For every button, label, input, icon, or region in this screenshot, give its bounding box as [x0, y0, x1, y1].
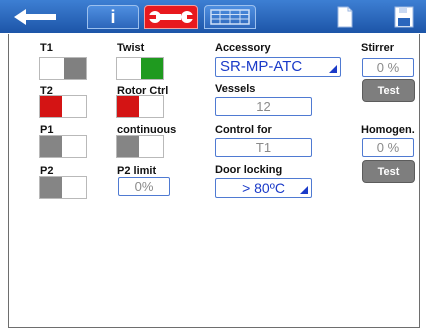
- stirrer-field[interactable]: 0 %: [362, 58, 414, 77]
- toggle-handle: [117, 96, 139, 117]
- toggle-handle: [117, 136, 139, 157]
- toggle-handle: [40, 177, 62, 198]
- grid-icon: [210, 9, 250, 25]
- homogen-test-button[interactable]: Test: [362, 160, 415, 183]
- toggle-handle: [64, 58, 86, 79]
- twist-toggle[interactable]: [116, 57, 164, 80]
- toggle-handle: [40, 96, 62, 117]
- p1-toggle[interactable]: [39, 135, 87, 158]
- save-button[interactable]: [391, 5, 417, 29]
- stirrer-test-button[interactable]: Test: [362, 79, 415, 102]
- door-locking-label: Door locking: [215, 164, 283, 176]
- p2-limit-field[interactable]: 0%: [118, 177, 170, 196]
- door-locking-dropdown[interactable]: > 80ºC: [215, 178, 312, 198]
- control-for-label: Control for: [215, 124, 272, 136]
- vessels-label: Vessels: [215, 83, 256, 95]
- homogen-field[interactable]: 0 %: [362, 138, 414, 157]
- tab-settings[interactable]: [144, 5, 198, 29]
- p2-toggle[interactable]: [39, 176, 87, 199]
- toggle-handle: [40, 136, 62, 157]
- toggle-handle: [141, 58, 163, 79]
- stirrer-label: Stirrer: [361, 42, 395, 54]
- dropdown-arrow-icon: [329, 65, 337, 73]
- t1-label: T1: [40, 42, 53, 54]
- back-button[interactable]: [10, 5, 60, 29]
- wrench-icon: [149, 11, 193, 23]
- vessels-field[interactable]: 12: [215, 97, 312, 116]
- p2-limit-label: P2 limit: [117, 165, 157, 177]
- document-icon: [337, 6, 353, 28]
- rotor-ctrl-toggle[interactable]: [116, 95, 164, 118]
- save-icon: [394, 6, 414, 28]
- accessory-label: Accessory: [215, 42, 271, 54]
- door-locking-value: > 80ºC: [242, 180, 285, 196]
- t1-toggle[interactable]: [39, 57, 87, 80]
- control-for-field[interactable]: T1: [215, 138, 312, 157]
- toolbar: i: [0, 0, 426, 33]
- dropdown-arrow-icon: [300, 186, 308, 194]
- continuous-toggle[interactable]: [116, 135, 164, 158]
- tab-info[interactable]: i: [87, 5, 139, 29]
- document-button[interactable]: [330, 5, 360, 29]
- back-icon: [14, 9, 56, 25]
- twist-label: Twist: [117, 42, 145, 54]
- accessory-value: SR-MP-ATC: [220, 58, 303, 75]
- info-icon: i: [110, 6, 116, 27]
- accessory-dropdown[interactable]: SR-MP-ATC: [215, 57, 341, 77]
- tab-table[interactable]: [204, 5, 256, 29]
- homogen-label: Homogen.: [361, 124, 415, 136]
- t2-toggle[interactable]: [39, 95, 87, 118]
